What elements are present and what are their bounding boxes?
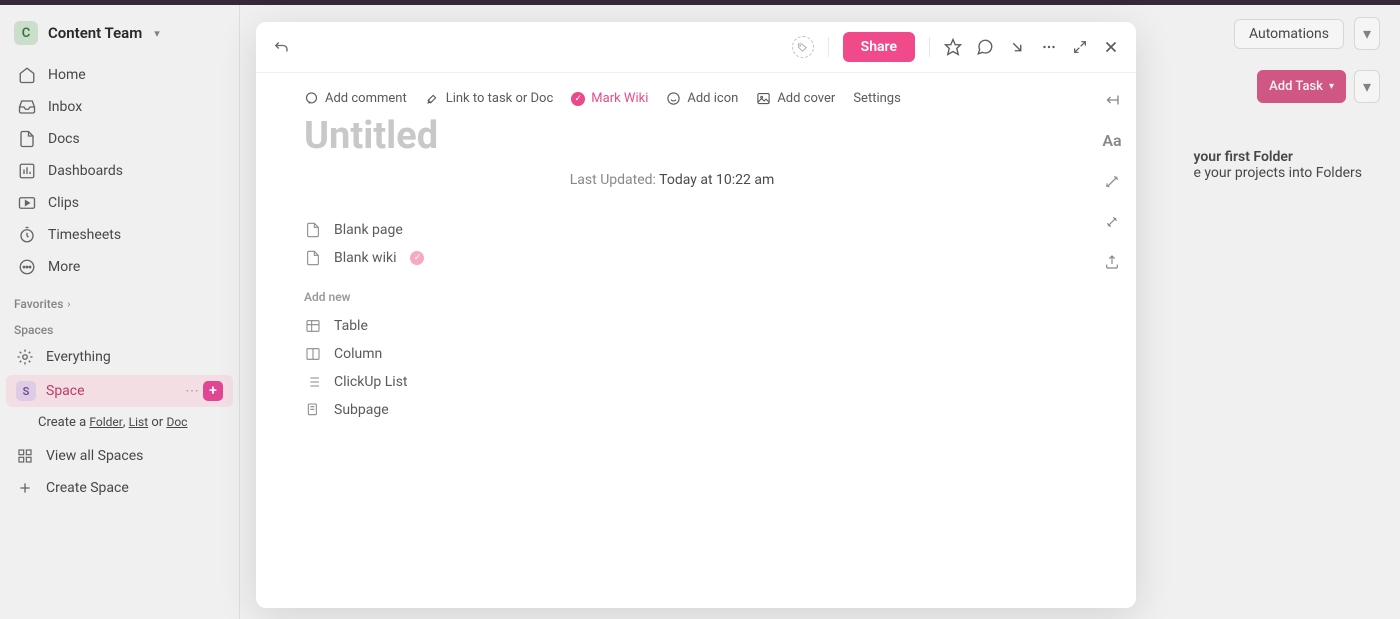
- page-icon: [304, 250, 322, 266]
- add-cover-action[interactable]: Add cover: [756, 91, 835, 106]
- download-icon[interactable]: [1008, 38, 1026, 56]
- magic-icon[interactable]: [1104, 214, 1120, 230]
- modal-content: Add comment Link to task or Doc ✓ Mark W…: [256, 73, 1088, 608]
- add-comment-action[interactable]: Add comment: [304, 91, 407, 106]
- divider: [929, 37, 930, 57]
- emoji-icon: [666, 91, 681, 106]
- divider: [828, 37, 829, 57]
- table-icon: [304, 318, 322, 334]
- add-icon-action[interactable]: Add icon: [666, 91, 738, 106]
- last-updated: Last Updated: Today at 10:22 am: [304, 172, 1040, 188]
- modal-rail: Aa: [1088, 73, 1136, 608]
- modal-header: Share: [256, 22, 1136, 73]
- wiki-check-icon: ✓: [410, 251, 424, 265]
- add-clickup-list[interactable]: ClickUp List: [304, 368, 1040, 396]
- link-icon: [425, 91, 440, 106]
- ai-icon[interactable]: [1104, 174, 1120, 190]
- add-subpage[interactable]: Subpage: [304, 396, 1040, 424]
- back-icon[interactable]: [272, 38, 290, 56]
- link-task-action[interactable]: Link to task or Doc: [425, 91, 554, 106]
- comment-icon[interactable]: [976, 38, 994, 56]
- close-icon[interactable]: [1102, 38, 1120, 56]
- list-icon: [304, 374, 322, 390]
- mark-wiki-action[interactable]: ✓ Mark Wiki: [571, 91, 648, 106]
- export-icon[interactable]: [1104, 254, 1120, 270]
- indent-icon[interactable]: [1103, 93, 1121, 107]
- doc-action-row: Add comment Link to task or Doc ✓ Mark W…: [304, 91, 1040, 106]
- star-icon[interactable]: [944, 38, 962, 56]
- share-button[interactable]: Share: [843, 32, 915, 62]
- expand-icon[interactable]: [1072, 39, 1088, 55]
- tag-button[interactable]: [792, 36, 814, 58]
- column-icon: [304, 346, 322, 362]
- add-table[interactable]: Table: [304, 312, 1040, 340]
- doc-modal: Share Add comment Link to task or Doc: [256, 22, 1136, 608]
- add-new-label: Add new: [304, 290, 1040, 304]
- doc-title-input[interactable]: Untitled: [304, 114, 1040, 158]
- text-style-icon[interactable]: Aa: [1102, 131, 1121, 150]
- wiki-badge-icon: ✓: [571, 92, 585, 106]
- page-icon: [304, 222, 322, 238]
- template-blank-page[interactable]: Blank page: [304, 216, 1040, 244]
- image-icon: [756, 91, 771, 106]
- more-icon[interactable]: [1040, 38, 1058, 56]
- subpage-icon: [304, 402, 322, 418]
- comment-icon: [304, 91, 319, 106]
- template-blank-wiki[interactable]: Blank wiki ✓: [304, 244, 1040, 272]
- add-column[interactable]: Column: [304, 340, 1040, 368]
- settings-action[interactable]: Settings: [853, 91, 900, 106]
